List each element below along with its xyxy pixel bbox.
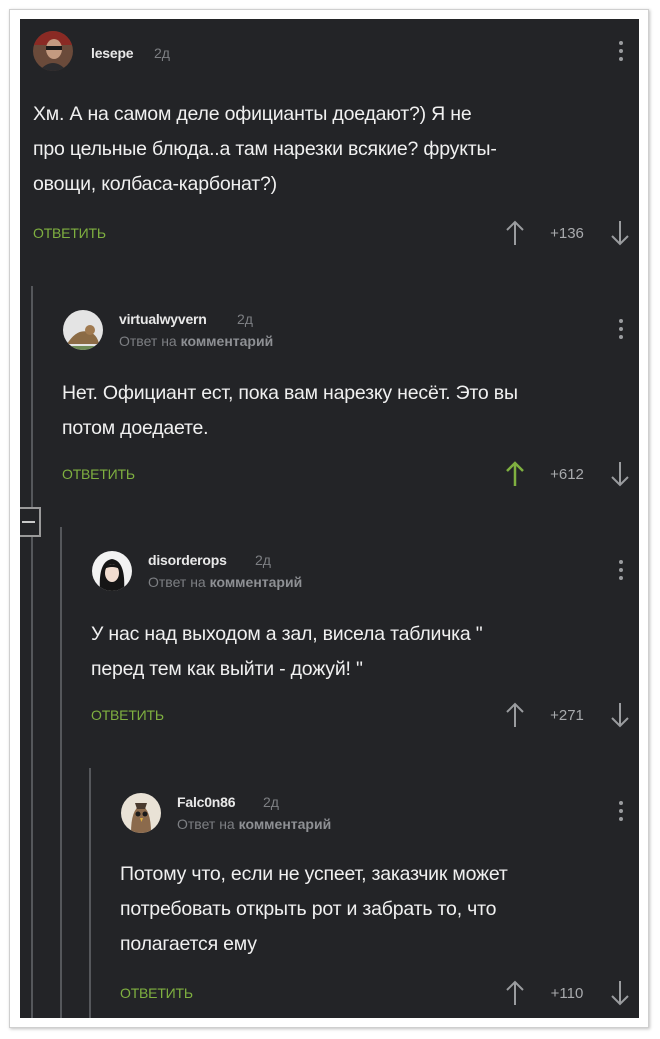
arrow-down-icon[interactable] bbox=[609, 979, 631, 1007]
username[interactable]: disorderops bbox=[148, 552, 227, 568]
arrow-up-icon[interactable] bbox=[504, 701, 526, 729]
avatar[interactable] bbox=[63, 310, 103, 350]
username[interactable]: virtualwyvern bbox=[119, 311, 207, 327]
comments-panel: lesepe 2д Хм. А на самом деле официанты … bbox=[20, 19, 639, 1018]
timestamp: 2д bbox=[255, 552, 271, 568]
reply-to-label[interactable]: Ответ на комментарий bbox=[119, 333, 273, 349]
timestamp: 2д bbox=[154, 45, 170, 61]
collapse-thread-icon[interactable] bbox=[20, 507, 41, 537]
reply-button[interactable]: ОТВЕТИТЬ bbox=[62, 466, 135, 482]
arrow-down-icon[interactable] bbox=[609, 460, 631, 488]
rating-score: +612 bbox=[550, 466, 584, 483]
timestamp: 2д bbox=[263, 794, 279, 810]
comment-text: У нас над выходом а зал, висела табличка… bbox=[91, 623, 483, 680]
thread-line[interactable] bbox=[31, 286, 33, 1018]
arrow-down-icon[interactable] bbox=[609, 219, 631, 247]
avatar[interactable] bbox=[121, 793, 161, 833]
reply-button[interactable]: ОТВЕТИТЬ bbox=[91, 707, 164, 723]
arrow-up-icon[interactable] bbox=[504, 460, 526, 488]
timestamp: 2д bbox=[237, 311, 253, 327]
comment-text: Нет. Официант ест, пока вам нарезку несё… bbox=[62, 382, 518, 439]
kebab-menu-icon[interactable] bbox=[616, 317, 626, 343]
kebab-menu-icon[interactable] bbox=[616, 799, 626, 825]
arrow-down-icon[interactable] bbox=[609, 701, 631, 729]
avatar[interactable] bbox=[92, 551, 132, 591]
rating-score: +136 bbox=[550, 225, 584, 242]
thread-line[interactable] bbox=[60, 527, 62, 1018]
reply-button[interactable]: ОТВЕТИТЬ bbox=[120, 985, 193, 1001]
rating-score: +110 bbox=[550, 985, 584, 1002]
arrow-up-icon[interactable] bbox=[504, 219, 526, 247]
comment-text: Потому что, если не успеет, заказчик мож… bbox=[120, 863, 508, 955]
thread-line[interactable] bbox=[89, 768, 91, 1018]
reply-button[interactable]: ОТВЕТИТЬ bbox=[33, 225, 106, 241]
arrow-up-icon[interactable] bbox=[504, 979, 526, 1007]
username[interactable]: Falc0n86 bbox=[177, 794, 236, 810]
reply-to-label[interactable]: Ответ на комментарий bbox=[148, 574, 302, 590]
avatar[interactable] bbox=[33, 31, 73, 71]
comment-text: Хм. А на самом деле официанты доедают?) … bbox=[33, 103, 497, 195]
reply-to-label[interactable]: Ответ на комментарий bbox=[177, 816, 331, 832]
username[interactable]: lesepe bbox=[91, 45, 134, 61]
kebab-menu-icon[interactable] bbox=[616, 39, 626, 65]
rating-score: +271 bbox=[550, 707, 584, 724]
kebab-menu-icon[interactable] bbox=[616, 558, 626, 584]
